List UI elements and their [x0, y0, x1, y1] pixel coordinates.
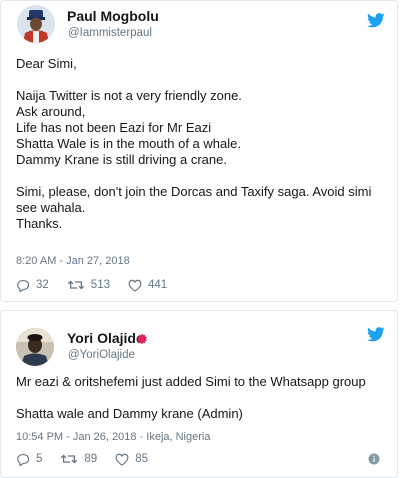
author-name[interactable]: Paul Mogbolu — [67, 7, 159, 25]
verified-badge-icon — [137, 333, 147, 345]
like-button[interactable]: 441 — [128, 279, 167, 292]
reply-count: 32 — [36, 279, 49, 291]
tweet-card[interactable]: Paul Mogbolu @Iammisterpaul Dear Simi, N… — [0, 0, 398, 302]
tweet-line: Shatta wale and Dammy krane (Admin) — [16, 406, 243, 421]
twitter-bird-icon[interactable] — [367, 13, 385, 28]
tweet-line: Dammy Krane is still driving a crane. — [16, 152, 227, 167]
reply-icon — [17, 453, 30, 466]
tweet-actions: 32 513 441 — [16, 277, 185, 293]
tweet-line: Life has not been Eazi for Mr Eazi — [16, 120, 212, 135]
tweet-paragraph: Naija Twitter is not a very friendly zon… — [16, 88, 385, 168]
retweet-icon — [61, 454, 78, 464]
like-count: 85 — [135, 453, 148, 465]
tweet-location[interactable]: Ikeja, Nigeria — [146, 431, 210, 443]
retweet-count: 513 — [90, 279, 110, 291]
info-icon[interactable] — [368, 453, 380, 465]
tweet-line: Simi, please, don't join the Dorcas and … — [16, 184, 372, 199]
avatar[interactable] — [17, 5, 55, 43]
reply-count: 5 — [36, 453, 43, 465]
tweet-line: Ask around, — [16, 104, 86, 119]
tweet-text: Dear Simi, Naija Twitter is not a very f… — [16, 56, 385, 232]
avatar[interactable] — [16, 328, 54, 366]
tweet-paragraph: Dear Simi, — [16, 56, 385, 72]
retweet-button[interactable]: 89 — [60, 453, 97, 465]
retweet-icon — [67, 280, 85, 290]
tweet-line: Mr eazi & oritshefemi just added Simi to… — [16, 374, 366, 389]
twitter-bird-icon[interactable] — [367, 327, 385, 342]
tweet-meta: 10:54 PM - Jan 26, 2018 · Ikeja, Nigeria — [16, 430, 210, 444]
tweet-timestamp[interactable]: 8:20 AM - Jan 27, 2018 — [16, 255, 130, 267]
like-heart-icon — [115, 453, 129, 466]
author-handle[interactable]: @YoriOlajide — [68, 348, 135, 363]
tweet-line: Naija Twitter is not a very friendly zon… — [16, 88, 242, 103]
like-count: 441 — [147, 279, 168, 291]
like-heart-icon — [128, 279, 142, 292]
reply-button[interactable]: 32 — [16, 279, 49, 292]
tweet-paragraph: Mr eazi & oritshefemi just added Simi to… — [16, 374, 385, 390]
reply-icon — [17, 279, 30, 292]
tweet-line: Thanks. — [16, 216, 63, 231]
tweet-meta: 8:20 AM - Jan 27, 2018 — [16, 254, 130, 268]
tweet-line: see wahala. — [16, 200, 86, 215]
author-handle[interactable]: @Iammisterpaul — [68, 26, 152, 41]
like-button[interactable]: 85 — [115, 453, 148, 466]
tweet-paragraph: Shatta wale and Dammy krane (Admin) — [16, 406, 385, 422]
reply-button[interactable]: 5 — [16, 453, 42, 466]
retweet-count: 89 — [84, 453, 98, 465]
tweet-timestamp[interactable]: 10:54 PM - Jan 26, 2018 — [16, 431, 136, 443]
tweet-paragraph: Simi, please, don't join the Dorcas and … — [16, 184, 385, 232]
author-name[interactable]: Yori Olajide — [67, 329, 144, 347]
tweet-text: Mr eazi & oritshefemi just added Simi to… — [16, 374, 385, 422]
retweet-button[interactable]: 513 — [67, 279, 110, 291]
tweet-actions: 5 89 85 — [16, 451, 166, 467]
tweet-line: Shatta Wale is in the mouth of a whale. — [16, 136, 241, 151]
tweet-card[interactable]: Yori Olajide @YoriOlajide Mr eazi & orit… — [0, 310, 398, 478]
tweet-line: Dear Simi, — [16, 56, 77, 71]
